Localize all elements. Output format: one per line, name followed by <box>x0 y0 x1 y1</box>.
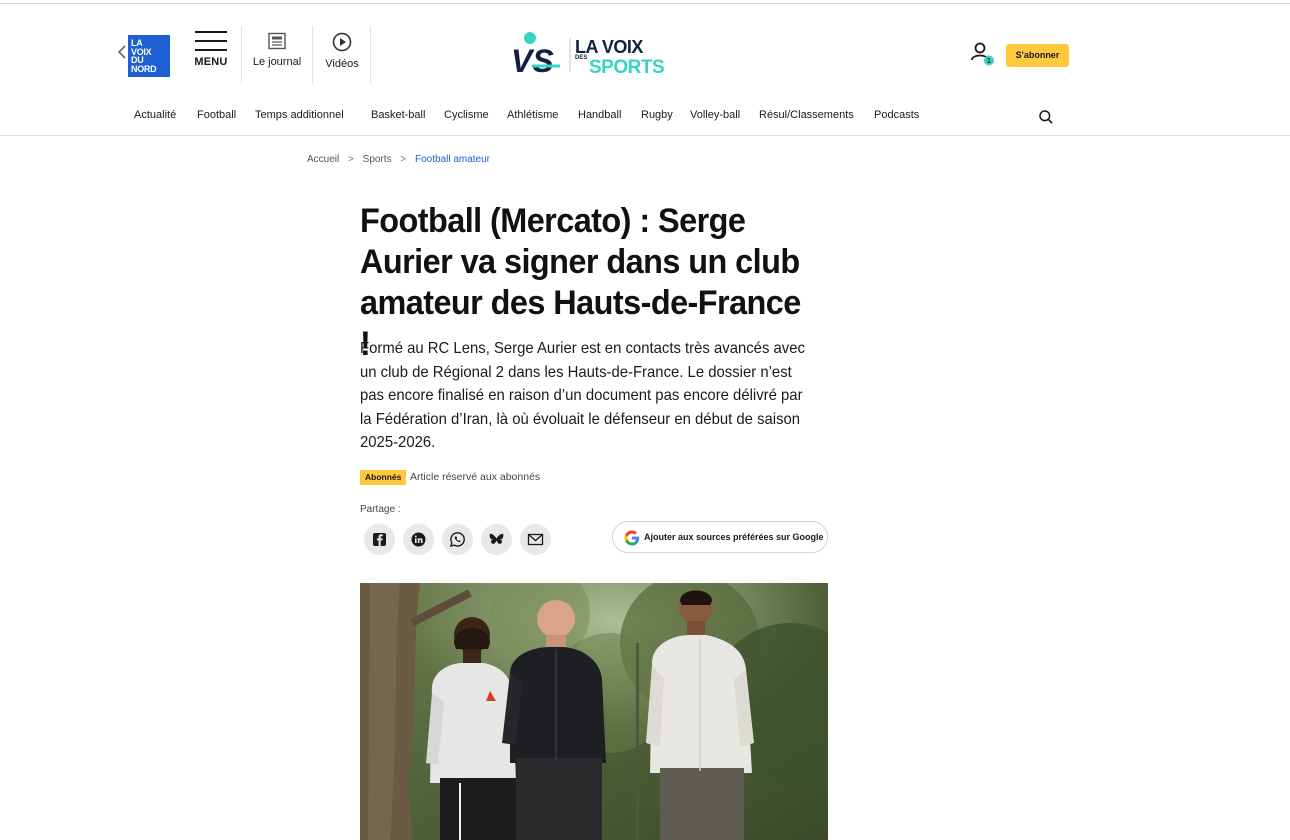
videos-link[interactable]: Vidéos <box>322 32 362 70</box>
whatsapp-icon <box>449 532 465 547</box>
header-divider <box>370 26 371 84</box>
nav-item-resul-classements[interactable]: Résul/Classements <box>759 109 854 121</box>
nav-item-handball[interactable]: Handball <box>578 109 621 121</box>
chevron-left-icon[interactable] <box>117 44 127 60</box>
journal-label: Le journal <box>252 56 302 68</box>
nav-item-football[interactable]: Football <box>197 109 236 121</box>
breadcrumb-sports[interactable]: Sports <box>363 154 392 165</box>
breadcrumb-separator: > <box>348 154 354 165</box>
nav-item-temps-additionnel[interactable]: Temps additionnel <box>255 109 344 121</box>
subscribers-badge: Abonnés <box>360 470 407 485</box>
linkedin-icon <box>411 532 426 547</box>
share-label: Partage : <box>360 504 401 515</box>
nav-item-rugby[interactable]: Rugby <box>641 109 673 121</box>
article-photo <box>360 583 828 840</box>
share-whatsapp-button[interactable] <box>442 524 473 555</box>
newspaper-icon <box>268 32 286 50</box>
main-nav: Actualité Football Temps additionnel Bas… <box>0 100 1290 136</box>
search-icon[interactable] <box>1038 109 1054 125</box>
nav-item-actualite[interactable]: Actualité <box>134 109 176 121</box>
google-sources-label: Ajouter aux sources préférées sur Google <box>644 532 824 542</box>
menu-button[interactable]: MENU <box>190 31 232 81</box>
play-circle-icon <box>332 32 352 52</box>
nav-item-athletisme[interactable]: Athlétisme <box>507 109 558 121</box>
share-email-button[interactable] <box>520 524 551 555</box>
nav-item-cyclisme[interactable]: Cyclisme <box>444 109 489 121</box>
nav-item-volley-ball[interactable]: Volley-ball <box>690 109 740 121</box>
nav-item-podcasts[interactable]: Podcasts <box>874 109 919 121</box>
user-account-button[interactable]: 1 <box>970 42 994 68</box>
la-voix-des-sports-logo[interactable]: VS LA VOIX DES SPORTS <box>510 30 680 78</box>
article-lead: Formé au RC Lens, Serge Aurier est en co… <box>360 340 805 451</box>
header-divider <box>241 26 242 84</box>
header-divider <box>312 26 313 84</box>
breadcrumb-football-amateur[interactable]: Football amateur <box>415 154 490 165</box>
share-linkedin-button[interactable] <box>403 524 434 555</box>
share-facebook-button[interactable] <box>364 524 395 555</box>
site-header: LA VOIX DU NORD MENU Le journal Vidéos V… <box>0 4 1290 100</box>
breadcrumb-home[interactable]: Accueil <box>307 154 339 165</box>
share-bluesky-button[interactable] <box>481 524 512 555</box>
article-photo-image <box>360 583 828 840</box>
svg-text:VS: VS <box>511 43 554 78</box>
breadcrumb: Accueil > Sports > Football amateur <box>307 154 490 165</box>
google-preferred-sources-button[interactable]: Ajouter aux sources préférées sur Google <box>612 521 828 553</box>
facebook-icon <box>373 533 386 546</box>
user-icon: 1 <box>971 42 994 66</box>
journal-link[interactable]: Le journal <box>252 32 302 68</box>
menu-label: MENU <box>194 56 228 68</box>
nav-item-basket-ball[interactable]: Basket-ball <box>371 109 425 121</box>
subscribe-button[interactable]: S'abonner <box>1006 44 1069 67</box>
hamburger-icon <box>195 31 227 51</box>
google-icon <box>624 530 640 546</box>
svg-text:LA VOIX: LA VOIX <box>575 37 643 57</box>
svg-text:SPORTS: SPORTS <box>589 57 664 78</box>
mail-icon <box>527 533 544 546</box>
videos-label: Vidéos <box>325 58 359 70</box>
svg-text:DES: DES <box>575 55 587 61</box>
subscribers-only-text: Article réservé aux abonnés <box>410 471 541 483</box>
la-voix-du-nord-logo[interactable]: LA VOIX DU NORD <box>128 35 170 77</box>
bluesky-icon <box>489 533 504 544</box>
breadcrumb-separator: > <box>400 154 407 165</box>
logo-line: NORD <box>131 63 157 74</box>
notification-count: 1 <box>987 58 991 65</box>
